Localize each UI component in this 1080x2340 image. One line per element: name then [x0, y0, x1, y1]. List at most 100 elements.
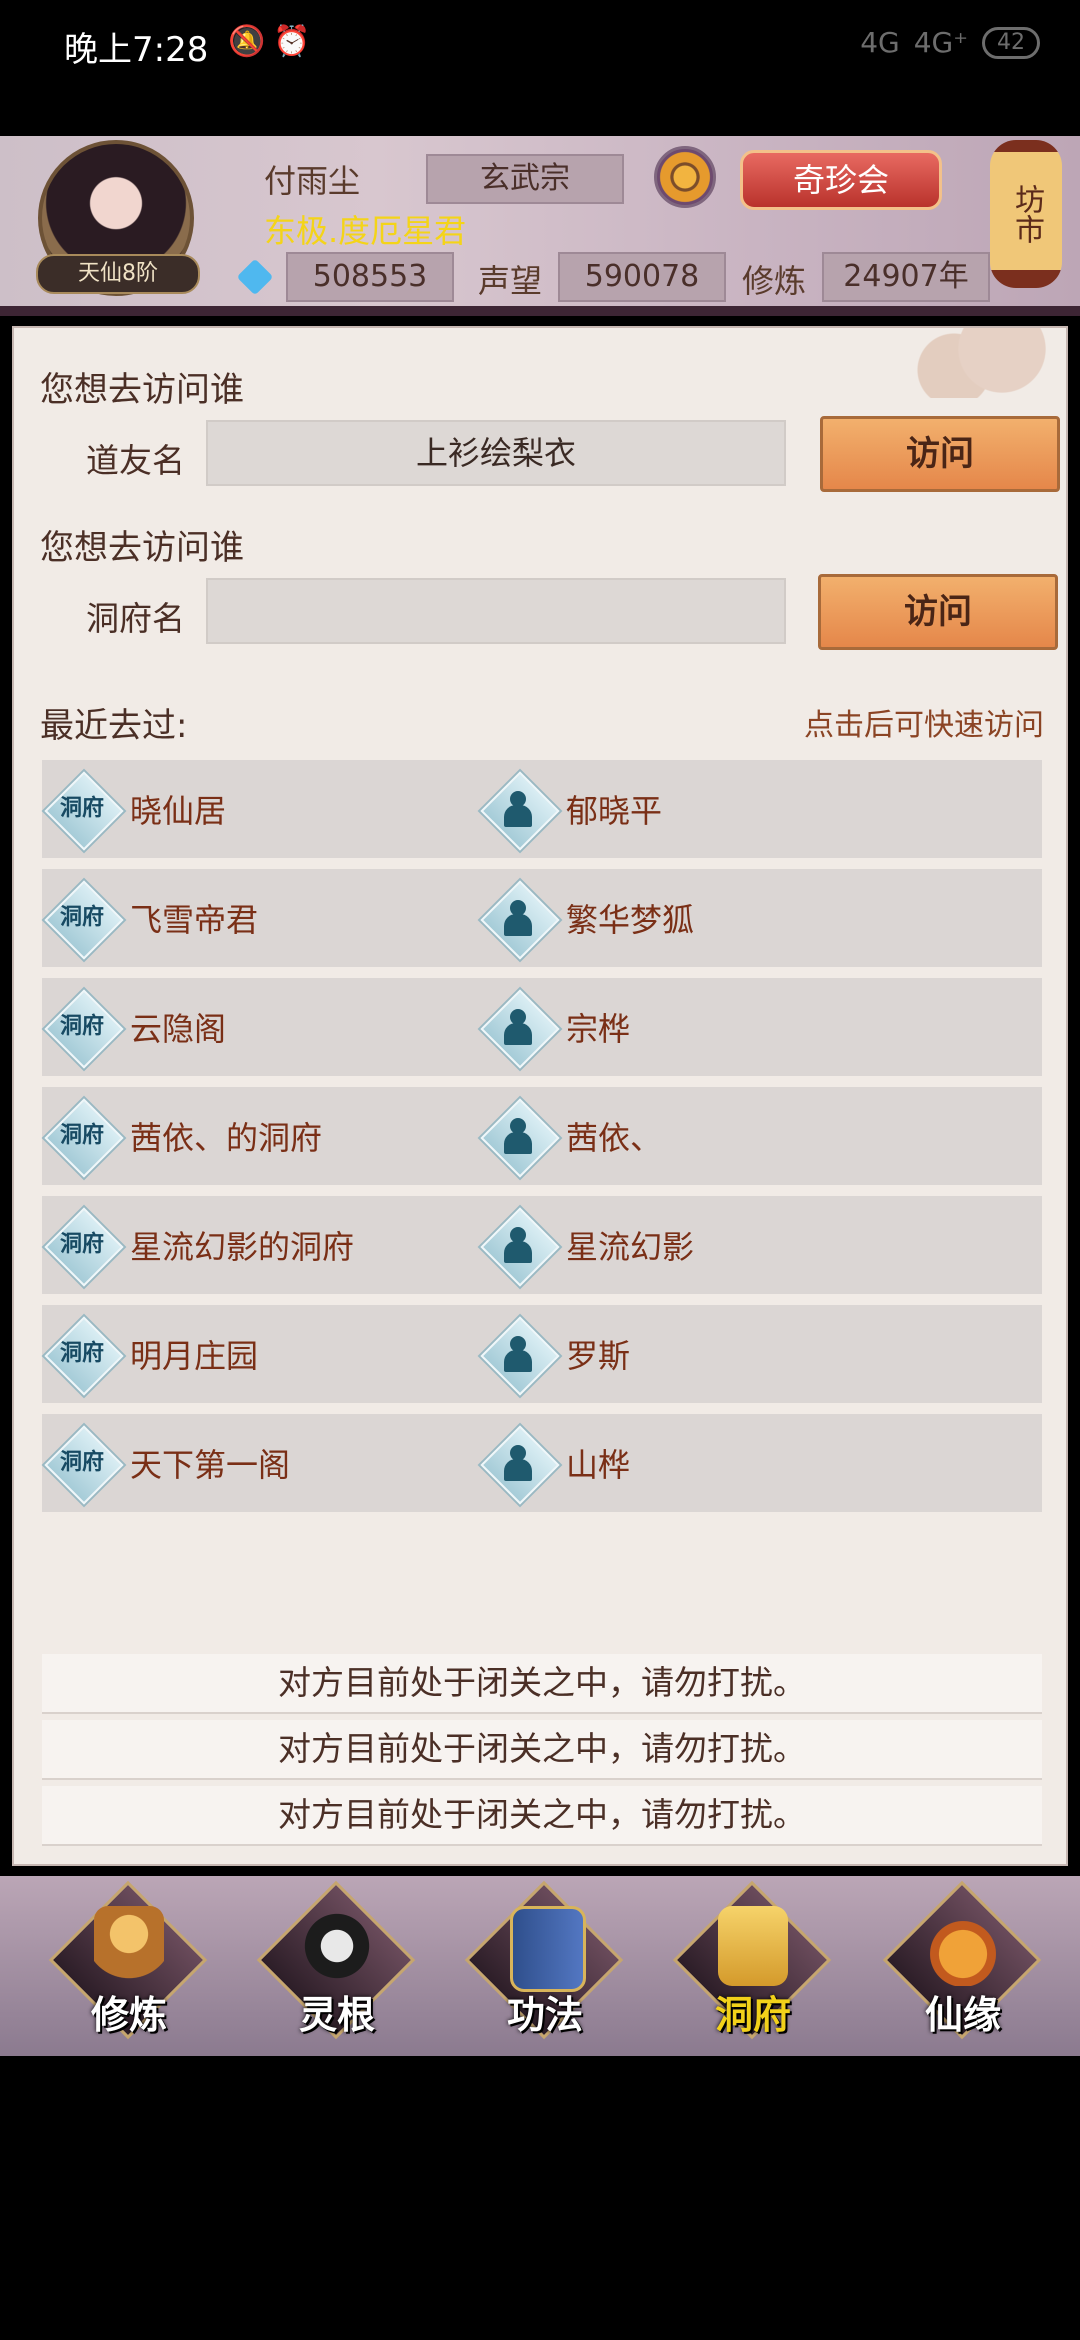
person-icon	[480, 880, 556, 956]
section-title-friend: 您想去访问谁	[40, 370, 244, 410]
nav-label-active: 洞府	[714, 1993, 791, 2037]
spirit-stone-value: 508553	[286, 252, 454, 302]
market-lantern-button[interactable]: 坊市	[990, 140, 1062, 288]
player-title: 东极.度厄星君	[264, 212, 467, 250]
cave-icon: 洞府	[44, 1425, 120, 1501]
nav-techniques[interactable]: 功法	[464, 1880, 624, 2040]
gear-icon[interactable]	[654, 146, 716, 208]
friend-name-label: 道友名	[86, 441, 185, 480]
battery-icon: 42	[982, 26, 1040, 59]
bottom-nav: 修炼 灵根 功法 洞府 仙缘	[0, 1876, 1080, 2056]
gold-pavilion-icon	[718, 1906, 788, 1986]
recent-person-item[interactable]: 茜依、	[480, 1087, 662, 1185]
person-icon	[480, 989, 556, 1065]
nav-spirit-root[interactable]: 灵根	[256, 1880, 416, 2040]
nav-label: 仙缘	[924, 1993, 1001, 2037]
cave-name: 晓仙居	[130, 792, 227, 830]
cave-name-input[interactable]	[206, 578, 786, 644]
sect-name: 玄武宗	[426, 154, 624, 204]
cultivation-value: 24907年	[822, 252, 990, 302]
visit-friend-button[interactable]: 访问	[820, 416, 1060, 492]
nav-cultivate[interactable]: 修炼	[48, 1880, 208, 2040]
reputation-label: 声望	[478, 262, 543, 300]
gourd-icon	[928, 1906, 998, 1986]
cave-name: 飞雪帝君	[130, 901, 259, 939]
rank-badge: 天仙8阶	[36, 254, 200, 294]
recent-cave-item[interactable]: 洞府 飞雪帝君	[44, 869, 258, 967]
status-indicators: 4G 4G⁺ 42	[860, 26, 1040, 59]
recent-cave-item[interactable]: 洞府 星流幻影的洞府	[44, 1196, 354, 1294]
visit-cave-button[interactable]: 访问	[818, 574, 1058, 650]
nav-label: 功法	[506, 1993, 583, 2037]
cave-name-label: 洞府名	[86, 599, 185, 638]
cave-icon: 洞府	[44, 989, 120, 1065]
recent-person-item[interactable]: 山桦	[480, 1414, 630, 1512]
reputation-value: 590078	[558, 252, 726, 302]
person-icon	[480, 1098, 556, 1174]
recent-cave-item[interactable]: 洞府 云隐阁	[44, 978, 226, 1076]
recent-row: 洞府 云隐阁 宗桦	[42, 978, 1042, 1076]
meditating-figure-icon	[94, 1906, 164, 1986]
cave-name: 天下第一阁	[130, 1446, 291, 1484]
book-icon	[510, 1906, 586, 1992]
nav-label: 修炼	[90, 1993, 167, 2037]
treasure-fair-button[interactable]: 奇珍会	[740, 150, 942, 210]
notice-message: 对方目前处于闭关之中，请勿打扰。	[42, 1720, 1042, 1780]
recent-cave-item[interactable]: 洞府 天下第一阁	[44, 1414, 290, 1512]
recent-person-item[interactable]: 罗斯	[480, 1305, 630, 1403]
friend-name-input[interactable]: 上衫绘梨衣	[206, 420, 786, 486]
section-title-cave: 您想去访问谁	[40, 528, 244, 568]
person-icon	[480, 1316, 556, 1392]
recent-row: 洞府 飞雪帝君 繁华梦狐	[42, 869, 1042, 967]
person-name: 山桦	[566, 1446, 631, 1484]
cave-icon: 洞府	[44, 1316, 120, 1392]
person-name: 茜依、	[566, 1119, 663, 1157]
player-name: 付雨尘	[264, 162, 361, 200]
nav-label: 灵根	[298, 1993, 375, 2037]
status-time: 晚上7:28	[64, 30, 209, 70]
person-name: 罗斯	[566, 1337, 631, 1375]
person-icon	[480, 1207, 556, 1283]
person-name: 宗桦	[566, 1010, 631, 1048]
visit-panel: 您想去访问谁 道友名 上衫绘梨衣 访问 您想去访问谁 洞府名 访问 最近去过: …	[12, 326, 1068, 1866]
recent-person-item[interactable]: 繁华梦狐	[480, 869, 694, 967]
cloud-decoration	[906, 328, 1066, 398]
notice-message: 对方目前处于闭关之中，请勿打扰。	[42, 1654, 1042, 1714]
recent-row: 洞府 茜依、的洞府 茜依、	[42, 1087, 1042, 1185]
nav-destiny[interactable]: 仙缘	[882, 1880, 1042, 2040]
status-bar: 晚上7:28 🔕⏰ 4G 4G⁺ 42	[0, 0, 1080, 90]
notification-icons: 🔕⏰	[228, 24, 319, 59]
cave-name: 茜依、的洞府	[130, 1119, 323, 1157]
recent-cave-item[interactable]: 洞府 茜依、的洞府	[44, 1087, 322, 1185]
cultivation-label: 修炼	[742, 262, 807, 300]
person-name: 繁华梦狐	[566, 901, 695, 939]
signal-icon: 4G	[860, 26, 900, 59]
person-icon	[480, 771, 556, 847]
person-name: 郁晓平	[566, 792, 663, 830]
recent-cave-item[interactable]: 洞府 晓仙居	[44, 760, 226, 858]
player-header: 天仙8阶 付雨尘 玄武宗 东极.度厄星君 奇珍会 坊市 508553 声望 59…	[0, 136, 1080, 316]
person-name: 星流幻影	[566, 1228, 695, 1266]
recent-cave-item[interactable]: 洞府 明月庄园	[44, 1305, 258, 1403]
signal-icon-2: 4G⁺	[913, 26, 968, 59]
cave-icon: 洞府	[44, 771, 120, 847]
recent-row: 洞府 晓仙居 郁晓平	[42, 760, 1042, 858]
recent-row: 洞府 星流幻影的洞府 星流幻影	[42, 1196, 1042, 1294]
recent-row: 洞府 天下第一阁 山桦	[42, 1414, 1042, 1512]
cave-name: 云隐阁	[130, 1010, 227, 1048]
cave-name: 星流幻影的洞府	[130, 1228, 355, 1266]
cave-icon: 洞府	[44, 880, 120, 956]
quick-visit-tip: 点击后可快速访问	[804, 708, 1044, 743]
person-icon	[480, 1425, 556, 1501]
recent-person-item[interactable]: 星流幻影	[480, 1196, 694, 1294]
nav-cave-dwelling[interactable]: 洞府	[672, 1880, 832, 2040]
recent-person-item[interactable]: 郁晓平	[480, 760, 662, 858]
yin-yang-sword-icon	[302, 1906, 372, 1986]
cave-icon: 洞府	[44, 1098, 120, 1174]
recent-row: 洞府 明月庄园 罗斯	[42, 1305, 1042, 1403]
spirit-stone-icon	[236, 258, 274, 296]
notice-message: 对方目前处于闭关之中，请勿打扰。	[42, 1786, 1042, 1846]
recent-person-item[interactable]: 宗桦	[480, 978, 630, 1076]
recent-visits-title: 最近去过:	[40, 706, 188, 746]
cave-name: 明月庄园	[130, 1337, 259, 1375]
